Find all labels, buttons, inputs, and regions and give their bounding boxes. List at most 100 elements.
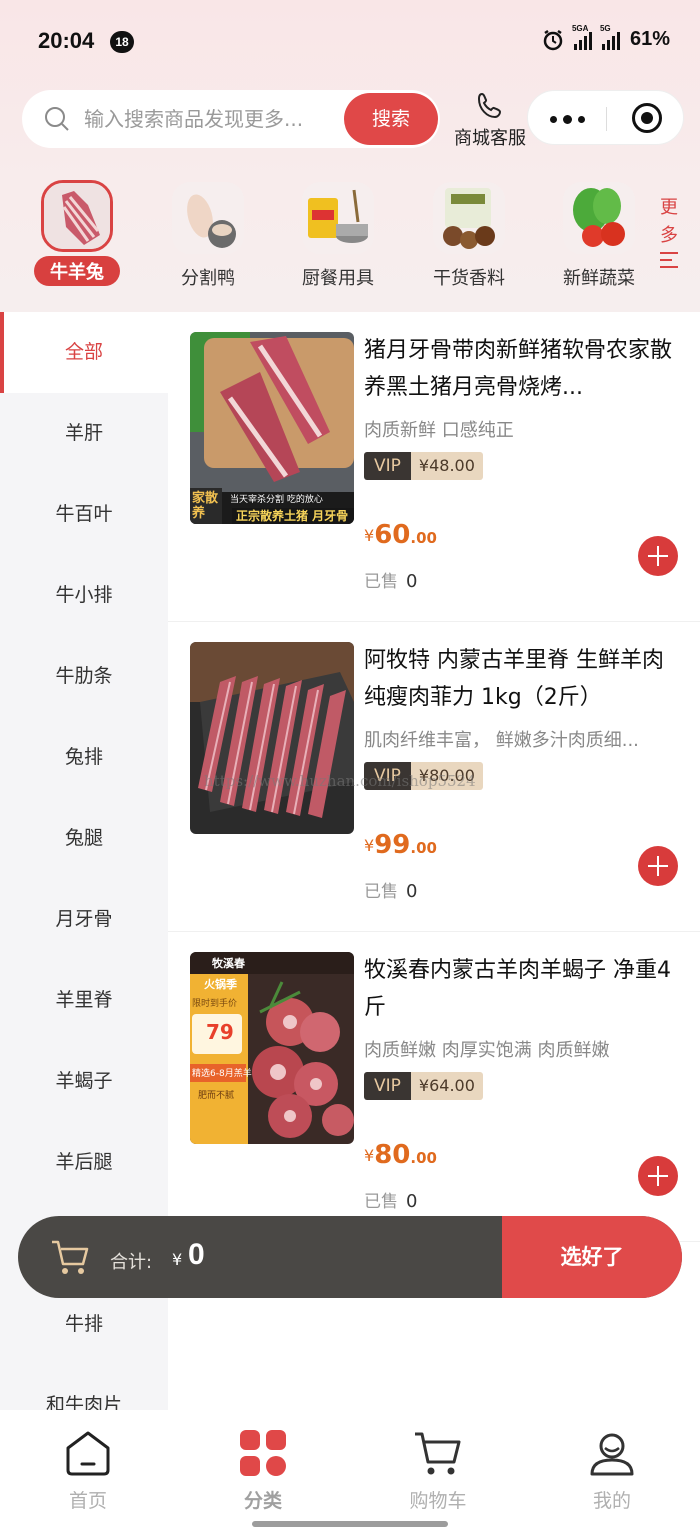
product-title[interactable]: 牧溪春内蒙古羊肉羊蝎子 净重4斤 xyxy=(364,952,680,1026)
add-to-cart-button[interactable] xyxy=(638,536,678,576)
status-indicators: 5GA 5G 61% xyxy=(542,24,670,51)
sold-count: 已售 0 xyxy=(364,567,417,592)
total-currency: ¥ xyxy=(172,1250,183,1269)
tab-home[interactable]: 首页 xyxy=(28,1428,148,1513)
sidebar-item[interactable]: 羊后腿 xyxy=(0,1122,168,1203)
price-decimal: .00 xyxy=(410,839,437,857)
category-label: 干货香料 xyxy=(433,268,505,289)
vip-price-tag: VIP ¥48.00 xyxy=(364,452,483,480)
price-integer: 80 xyxy=(374,1140,411,1170)
tab-label: 购物车 xyxy=(409,1490,467,1512)
price-currency: ¥ xyxy=(364,526,375,545)
price-decimal: .00 xyxy=(410,529,437,547)
close-program-icon[interactable] xyxy=(632,103,662,133)
notification-badge: 18 xyxy=(110,31,134,53)
category-label: 厨餐用具 xyxy=(302,268,374,289)
search-bar[interactable]: 搜索 xyxy=(22,90,440,148)
more-label-2: 多 xyxy=(660,225,678,246)
price-currency: ¥ xyxy=(364,836,375,855)
search-button[interactable]: 搜索 xyxy=(344,93,438,145)
sold-count: 已售 0 xyxy=(364,1187,417,1212)
tab-label: 我的 xyxy=(592,1490,631,1512)
vip-label: VIP xyxy=(364,1072,411,1100)
sidebar-item[interactable]: 牛百叶 xyxy=(0,474,168,555)
search-input[interactable] xyxy=(84,100,359,138)
signal-5ga-icon: 5GA xyxy=(572,24,592,50)
sold-count: 已售 0 xyxy=(364,877,417,902)
category-label: 牛羊兔 xyxy=(34,256,120,286)
add-to-cart-button[interactable] xyxy=(638,1156,678,1196)
sold-label: 已售 xyxy=(364,572,398,592)
sidebar-item-all[interactable]: 全部 xyxy=(0,312,168,393)
sidebar-item[interactable]: 羊肝 xyxy=(0,393,168,474)
product-description: 肌肉纤维丰富， 鲜嫩多汁肉质细... xyxy=(364,730,639,751)
product-description: 肉质鲜嫩 肉厚实饱满 肉质鲜嫩 xyxy=(364,1040,610,1061)
price-integer: 60 xyxy=(374,520,411,550)
battery-level: 61% xyxy=(629,28,670,50)
price-decimal: .00 xyxy=(410,1149,437,1167)
alarm-icon xyxy=(543,29,563,50)
sidebar-item[interactable]: 兔腿 xyxy=(0,798,168,879)
tab-label: 首页 xyxy=(68,1490,107,1512)
vip-price-tag: VIP ¥64.00 xyxy=(364,1072,483,1100)
dry-goods-image xyxy=(433,182,505,254)
user-icon xyxy=(590,1433,634,1476)
price-currency: ¥ xyxy=(364,1146,375,1165)
checkout-button[interactable]: 选好了 xyxy=(502,1216,682,1298)
category-dry-goods-spices[interactable]: 干货香料 xyxy=(409,178,529,290)
product-image-brand: 牧溪春 xyxy=(212,957,245,970)
list-icon xyxy=(660,252,678,268)
product-card[interactable]: 阿牧特 内蒙古羊里脊 生鲜羊肉纯瘦肉菲力 1kg（2斤） 肌肉纤维丰富， 鲜嫩多… xyxy=(168,622,700,932)
sidebar-item[interactable]: 牛肋条 xyxy=(0,636,168,717)
product-image[interactable]: 牧溪春 火锅季 限时到手价 79 精选6-8月羔羊 肥而不腻 xyxy=(190,952,354,1144)
sold-label: 已售 xyxy=(364,882,398,902)
signal-5g-icon: 5G xyxy=(600,24,620,50)
category-kitchenware[interactable]: 厨餐用具 xyxy=(278,178,398,290)
home-indicator[interactable] xyxy=(252,1521,448,1527)
mini-program-capsule xyxy=(527,90,684,145)
cart-summary-bar: 合计: ¥ 0 选好了 xyxy=(18,1216,682,1298)
category-icon-row: 牛羊兔 分割鸭 厨餐用具 干货香料 新鲜蔬菜 更 多 xyxy=(0,178,700,298)
kitchenware-image xyxy=(302,182,374,254)
category-beef-lamb-rabbit[interactable]: 牛羊兔 xyxy=(17,178,137,286)
product-image-caption: 正宗散养土猪 月牙骨 xyxy=(236,509,349,523)
more-options-icon[interactable] xyxy=(550,115,585,124)
product-title[interactable]: 猪月牙骨带肉新鲜猪软骨农家散养黑土猪月亮骨烧烤... xyxy=(364,332,680,406)
home-icon xyxy=(66,1431,110,1476)
more-categories-button[interactable]: 更 多 xyxy=(654,194,684,273)
total-label: 合计: xyxy=(110,1252,153,1273)
product-image-price-label: 限时到手价 xyxy=(192,999,238,1009)
sold-label: 已售 xyxy=(364,1192,398,1212)
vip-price: ¥64.00 xyxy=(410,1072,483,1100)
tab-category[interactable]: 分类 xyxy=(203,1428,323,1513)
product-image[interactable]: 家散养 当天宰杀分割 吃的放心 正宗散养土猪 月牙骨 xyxy=(190,332,354,524)
customer-service-button[interactable]: 商城客服 xyxy=(448,90,532,150)
product-card[interactable]: 牧溪春 火锅季 限时到手价 79 精选6-8月羔羊 肥而不腻 牧溪春内蒙古羊肉羊… xyxy=(168,932,700,1242)
sidebar-item[interactable]: 月牙骨 xyxy=(0,879,168,960)
tab-profile[interactable]: 我的 xyxy=(552,1428,672,1513)
cart-icon xyxy=(415,1432,461,1475)
sold-value: 0 xyxy=(406,571,418,592)
sold-value: 0 xyxy=(406,1191,418,1212)
watermark-text: https://www.huzhan.com/ishop5524 xyxy=(204,772,476,790)
product-image[interactable] xyxy=(190,642,354,834)
status-bar: 20:04 18 5GA 5G 61% xyxy=(0,0,700,80)
cart-icon[interactable] xyxy=(50,1238,90,1276)
sidebar-item[interactable]: 羊里脊 xyxy=(0,960,168,1041)
category-duck[interactable]: 分割鸭 xyxy=(148,178,268,290)
sold-value: 0 xyxy=(406,881,418,902)
sidebar-item[interactable]: 羊蝎子 xyxy=(0,1041,168,1122)
vegetables-image xyxy=(563,182,635,254)
tab-cart[interactable]: 购物车 xyxy=(378,1428,498,1513)
customer-service-label: 商城客服 xyxy=(454,128,526,149)
product-image-caption: 精选6-8月羔羊 xyxy=(192,1069,252,1079)
duck-image xyxy=(172,182,244,254)
category-label: 新鲜蔬菜 xyxy=(563,268,635,289)
sidebar-item[interactable]: 牛小排 xyxy=(0,555,168,636)
product-card[interactable]: 家散养 当天宰杀分割 吃的放心 正宗散养土猪 月牙骨 猪月牙骨带肉新鲜猪软骨农家… xyxy=(168,312,700,622)
add-to-cart-button[interactable] xyxy=(638,846,678,886)
product-title[interactable]: 阿牧特 内蒙古羊里脊 生鲜羊肉纯瘦肉菲力 1kg（2斤） xyxy=(364,642,680,716)
category-fresh-vegetables[interactable]: 新鲜蔬菜 xyxy=(539,178,659,290)
capsule-divider xyxy=(606,107,607,131)
sidebar-item[interactable]: 兔排 xyxy=(0,717,168,798)
